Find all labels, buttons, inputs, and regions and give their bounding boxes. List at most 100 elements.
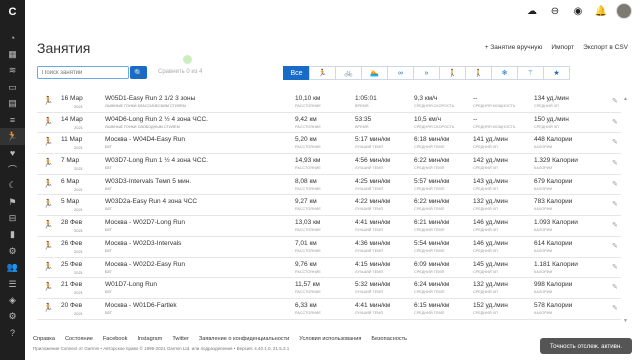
pin-icon[interactable]: ✎ [612, 138, 618, 146]
metric-label: Расстояние [295, 290, 321, 295]
help-icon[interactable]: ? [0, 325, 25, 341]
activity-name[interactable]: Москва - W02D2-Easy Run [105, 261, 185, 268]
footer-link[interactable]: Instagram [137, 336, 162, 342]
gear-icon[interactable]: ⚙ [0, 309, 25, 325]
metric-value: 141 уд./мин [473, 136, 508, 144]
metric-value: 614 Калории [534, 239, 573, 247]
footer-link[interactable]: Справка [33, 336, 55, 342]
activity-year: 2021 [74, 166, 83, 172]
metric-value: 998 Калории [534, 281, 573, 289]
cloud-upload-icon[interactable]: ☁ [524, 3, 540, 19]
car-icon[interactable]: ⊖ [547, 3, 563, 19]
avatar[interactable] [616, 3, 632, 19]
pin-icon[interactable]: ✎ [612, 283, 618, 291]
pin-icon[interactable]: ✎ [612, 200, 618, 208]
shield-icon[interactable]: ◈ [0, 292, 25, 308]
activity-name[interactable]: Москва - W01D6-Fartlek [105, 302, 177, 309]
metric-value: 1.329 Калории [534, 157, 578, 165]
table-row[interactable]: 🏃 20 Фев 2021 Москва - W01D6-Fartlek Бег 6,33… [37, 299, 621, 320]
table-row[interactable]: 🏃 11 Мар 2021 Москва - W04D4-Easy Run Бег 5,2… [37, 133, 621, 155]
action-1[interactable]: Импорт [551, 44, 574, 51]
pin-icon[interactable]: ✎ [612, 97, 618, 105]
footer-link[interactable]: Заявление о конфиденциальности [199, 336, 289, 342]
footer-link[interactable]: Условия использования [299, 336, 361, 342]
table-row[interactable]: 🏃 14 Мар 2021 W04D6-Long Run 2 ½ 4 зона ЧСС… [37, 113, 621, 134]
activity-name[interactable]: W03D2a-Easy Run 4 зона ЧСС [105, 198, 197, 205]
scrollbar[interactable]: ▲ ▼ [623, 96, 628, 326]
calendar-grid-icon[interactable]: ▤ [0, 96, 25, 112]
scroll-down-icon[interactable]: ▼ [623, 318, 628, 324]
search-button[interactable]: 🔍 [130, 66, 147, 79]
scroll-up-icon[interactable]: ▲ [623, 96, 628, 102]
watch-icon[interactable]: ◉ [570, 3, 586, 19]
filter-winter[interactable]: ❄ [491, 66, 518, 80]
table-row[interactable]: 🏃 26 Фев 2021 Москва - W02D3-Intervals Бег 7,… [37, 237, 621, 258]
running-icon: 🏃 [43, 261, 53, 271]
activity-type: Бег [105, 207, 113, 212]
table-row[interactable]: 🏃 5 Мар 2021 W03D2a-Easy Run 4 зона ЧСС Бег 9… [37, 195, 621, 217]
table-row[interactable]: 🏃 16 Мар 2021 W05D1-Easy Run 2 1/2 3 зоны Лы… [37, 92, 621, 113]
weight-icon[interactable]: ⊟ [0, 210, 25, 226]
bell-icon[interactable]: 🔔 [593, 3, 609, 19]
pin-icon[interactable]: ✎ [612, 180, 618, 188]
table-row[interactable]: 🏃 6 Мар 2021 W03D3-Intervals Темп 5 мин. Бег… [37, 175, 621, 196]
trophy-icon[interactable]: ⚑ [0, 194, 25, 210]
activity-name[interactable]: W01D7-Long Run [105, 281, 157, 288]
pin-icon[interactable]: ✎ [612, 263, 618, 271]
action-0[interactable]: + Занятие вручную [485, 44, 543, 51]
filter-other[interactable]: ★ [543, 66, 570, 80]
heart-icon[interactable]: ♥ [0, 145, 25, 161]
footer-link[interactable]: Twitter [172, 336, 188, 342]
filter-walking[interactable]: 🚶 [439, 66, 466, 80]
bars-icon[interactable]: ▮ [0, 227, 25, 243]
filter-cycling[interactable]: 🚲 [335, 66, 362, 80]
filter-swimming[interactable]: 🏊 [361, 66, 388, 80]
filter-all[interactable]: Все [283, 66, 310, 80]
action-2[interactable]: Экспорт в CSV [583, 44, 628, 51]
running-icon[interactable]: 🏃 [0, 128, 25, 145]
pin-icon[interactable]: ✎ [612, 304, 618, 312]
moon-icon[interactable]: ☾ [0, 178, 25, 194]
garmin-logo[interactable]: C [0, 0, 25, 24]
metric-value: 14,93 км [295, 157, 321, 165]
activity-year: 2021 [74, 207, 83, 213]
filter-multisport[interactable]: ∞ [387, 66, 414, 80]
chart-icon[interactable]: ≡ [0, 112, 25, 128]
activity-year: 2021 [74, 248, 83, 254]
running-icon: 🏃 [43, 199, 53, 209]
gauge-icon[interactable]: ◔ [0, 30, 25, 46]
activity-name[interactable]: W05D1-Easy Run 2 1/2 3 зоны [105, 95, 195, 102]
filter-fitness[interactable]: ⚚ [517, 66, 544, 80]
list-icon[interactable]: ☰ [0, 276, 25, 292]
search-input[interactable] [37, 66, 129, 79]
layers-icon[interactable]: ≋ [0, 63, 25, 79]
activity-name[interactable]: W03D7-Long Run 1 ½ 4 зона ЧСС. [105, 157, 208, 164]
table-row[interactable]: 🏃 28 Фев 2021 Москва - W02D7-Long Run Бег 13,… [37, 216, 621, 237]
pin-icon[interactable]: ✎ [612, 159, 618, 167]
activity-name[interactable]: Москва - W02D7-Long Run [105, 219, 185, 226]
metric-value: 448 Калории [534, 136, 573, 144]
people-icon[interactable]: 👥 [0, 259, 25, 275]
settings-icon[interactable]: ⚙ [0, 243, 25, 259]
activity-name[interactable]: W04D6-Long Run 2 ½ 4 зона ЧСС. [105, 116, 208, 123]
briefcase-icon[interactable]: ▭ [0, 79, 25, 95]
filter-running[interactable]: 🏃 [309, 66, 336, 80]
table-row[interactable]: 🏃 7 Мар 2021 W03D7-Long Run 1 ½ 4 зона ЧСС.… [37, 154, 621, 175]
metric-label: Расстояние [295, 166, 321, 171]
pin-icon[interactable]: ✎ [612, 118, 618, 126]
metric-value: 9,3 км/ч [414, 95, 438, 102]
filter-transition[interactable]: » [413, 66, 440, 80]
footer-link[interactable]: Безопасность [371, 336, 407, 342]
filter-hiking[interactable]: 🚶 [465, 66, 492, 80]
calendar-icon[interactable]: ▦ [0, 46, 25, 62]
footer-link[interactable]: Facebook [103, 336, 128, 342]
pin-icon[interactable]: ✎ [612, 242, 618, 250]
pin-icon[interactable]: ✎ [612, 221, 618, 229]
table-row[interactable]: 🏃 21 Фев 2021 W01D7-Long Run Бег 11,57 км Расс… [37, 278, 621, 299]
activity-name[interactable]: W03D3-Intervals Темп 5 мин. [105, 178, 191, 185]
footer-link[interactable]: Состояние [65, 336, 93, 342]
activity-name[interactable]: Москва - W02D3-Intervals [105, 240, 181, 247]
activity-name[interactable]: Москва - W04D4-Easy Run [105, 136, 185, 143]
table-row[interactable]: 🏃 25 Фев 2021 Москва - W02D2-Easy Run Бег 9,7… [37, 258, 621, 279]
shoe-icon[interactable]: ⌒ [0, 161, 25, 177]
